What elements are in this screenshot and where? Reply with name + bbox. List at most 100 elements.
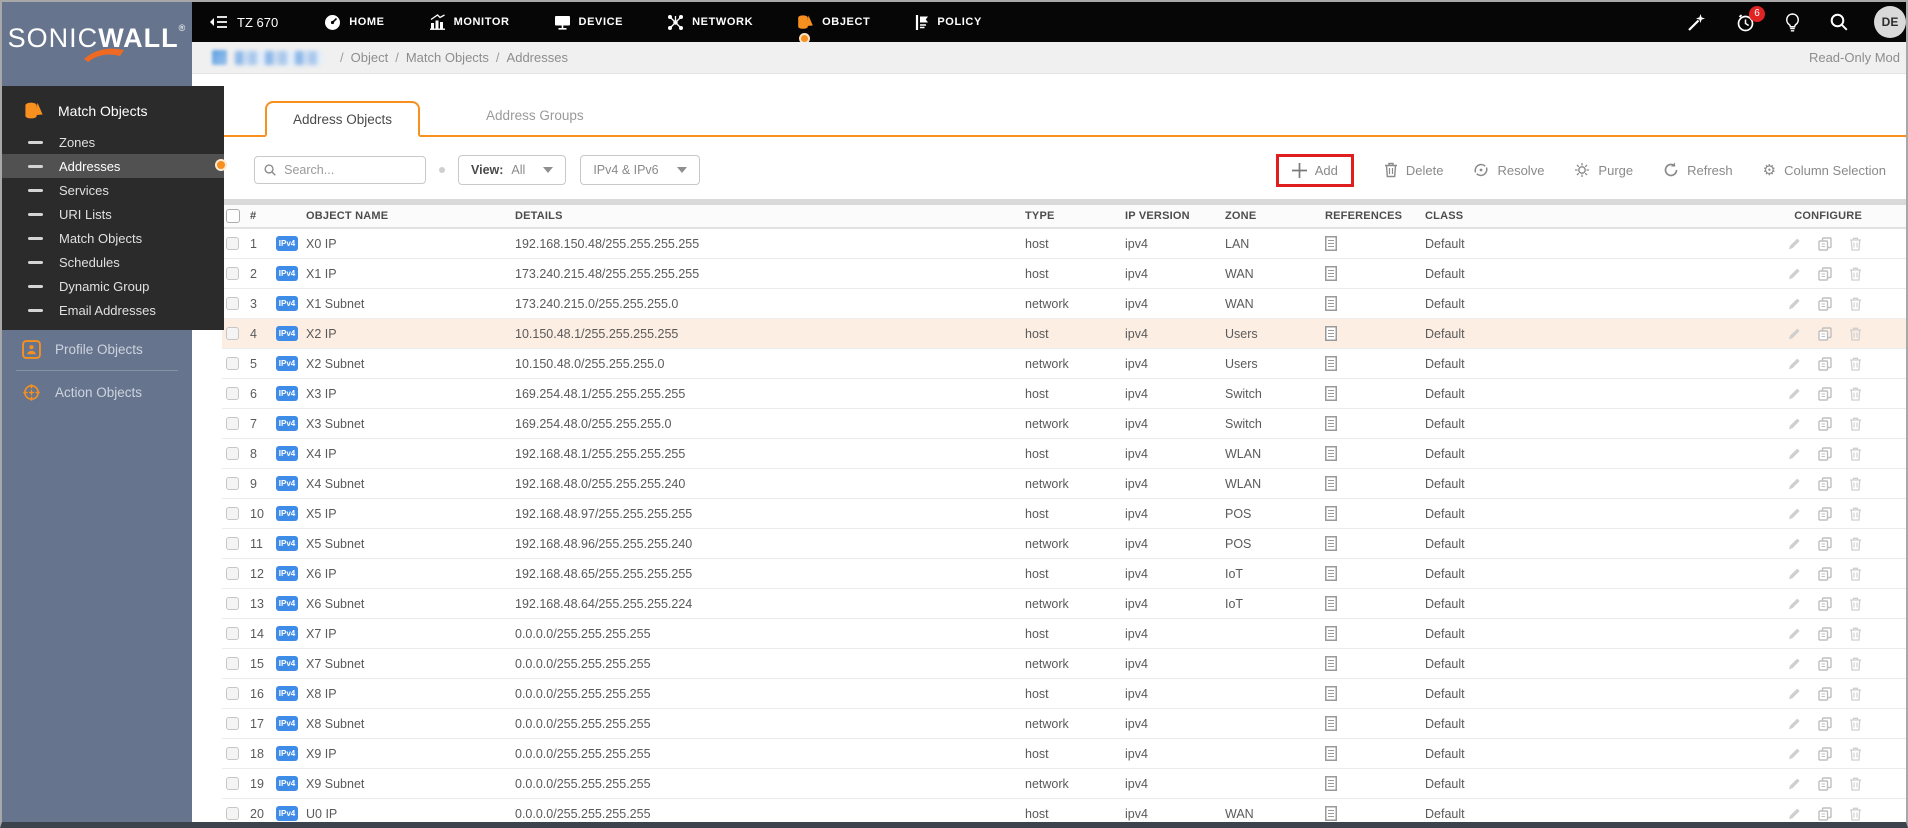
- sidebar-item-schedules[interactable]: Schedules: [2, 250, 224, 274]
- delete-row-icon[interactable]: [1849, 387, 1862, 401]
- delete-row-icon[interactable]: [1849, 567, 1862, 581]
- row-checkbox[interactable]: [226, 537, 239, 550]
- delete-row-icon[interactable]: [1849, 537, 1862, 551]
- delete-button[interactable]: Delete: [1384, 162, 1444, 178]
- delete-row-icon[interactable]: [1849, 357, 1862, 371]
- edit-icon[interactable]: [1788, 447, 1801, 460]
- row-checkbox[interactable]: [226, 597, 239, 610]
- edit-icon[interactable]: [1788, 237, 1801, 250]
- row-checkbox[interactable]: [226, 297, 239, 310]
- clone-icon[interactable]: [1818, 477, 1832, 491]
- search-box[interactable]: [254, 156, 426, 184]
- resolve-button[interactable]: Resolve: [1473, 162, 1544, 178]
- header-details[interactable]: DETAILS: [515, 210, 1025, 222]
- delete-row-icon[interactable]: [1849, 597, 1862, 611]
- header-references[interactable]: REFERENCES: [1325, 210, 1425, 222]
- global-search-button[interactable]: [1830, 13, 1848, 31]
- select-all-checkbox[interactable]: [226, 209, 240, 223]
- edit-icon[interactable]: [1788, 687, 1801, 700]
- delete-row-icon[interactable]: [1849, 477, 1862, 491]
- header-ip-version[interactable]: IP VERSION: [1125, 210, 1225, 222]
- breadcrumb-addresses[interactable]: Addresses: [507, 50, 568, 65]
- delete-row-icon[interactable]: [1849, 327, 1862, 341]
- clone-icon[interactable]: [1818, 717, 1832, 731]
- sidebar-item-addresses[interactable]: Addresses: [2, 154, 224, 178]
- clone-icon[interactable]: [1818, 267, 1832, 281]
- edit-icon[interactable]: [1788, 327, 1801, 340]
- edit-icon[interactable]: [1788, 567, 1801, 580]
- row-checkbox[interactable]: [226, 747, 239, 760]
- sidebar-item-email-addresses[interactable]: Email Addresses: [2, 298, 224, 322]
- edit-icon[interactable]: [1788, 537, 1801, 550]
- tab-address-objects[interactable]: Address Objects: [265, 101, 420, 137]
- edit-icon[interactable]: [1788, 267, 1801, 280]
- references-icon[interactable]: [1325, 416, 1425, 431]
- sidebar-item-profile-objects[interactable]: Profile Objects: [2, 330, 192, 368]
- search-input[interactable]: [284, 163, 416, 177]
- sidebar-group-match-objects[interactable]: Match Objects: [2, 92, 224, 130]
- edit-icon[interactable]: [1788, 597, 1801, 610]
- tab-address-groups[interactable]: Address Groups: [460, 99, 610, 135]
- breadcrumb-match-objects[interactable]: Match Objects: [406, 50, 489, 65]
- clone-icon[interactable]: [1818, 387, 1832, 401]
- header-num[interactable]: #: [248, 210, 276, 222]
- purge-button[interactable]: Purge: [1574, 162, 1633, 178]
- clone-icon[interactable]: [1818, 417, 1832, 431]
- nav-item-device[interactable]: DEVICE: [554, 15, 624, 30]
- row-checkbox[interactable]: [226, 447, 239, 460]
- firmware-selector[interactable]: TZ 670: [210, 15, 278, 30]
- user-avatar[interactable]: DE: [1874, 6, 1906, 38]
- references-icon[interactable]: [1325, 596, 1425, 611]
- header-zone[interactable]: ZONE: [1225, 210, 1325, 222]
- header-class[interactable]: CLASS: [1425, 210, 1600, 222]
- references-icon[interactable]: [1325, 326, 1425, 341]
- row-checkbox[interactable]: [226, 267, 239, 280]
- clone-icon[interactable]: [1818, 357, 1832, 371]
- clone-icon[interactable]: [1818, 747, 1832, 761]
- nav-item-home[interactable]: HOME: [324, 14, 384, 31]
- sidebar-item-services[interactable]: Services: [2, 178, 224, 202]
- row-checkbox[interactable]: [226, 237, 239, 250]
- row-checkbox[interactable]: [226, 567, 239, 580]
- sidebar-item-match-objects[interactable]: Match Objects: [2, 226, 224, 250]
- clone-icon[interactable]: [1818, 657, 1832, 671]
- row-checkbox[interactable]: [226, 477, 239, 490]
- row-checkbox[interactable]: [226, 717, 239, 730]
- references-icon[interactable]: [1325, 266, 1425, 281]
- delete-row-icon[interactable]: [1849, 717, 1862, 731]
- references-icon[interactable]: [1325, 236, 1425, 251]
- nav-item-policy[interactable]: POLICY: [914, 14, 982, 31]
- clone-icon[interactable]: [1818, 777, 1832, 791]
- row-checkbox[interactable]: [226, 507, 239, 520]
- delete-row-icon[interactable]: [1849, 687, 1862, 701]
- references-icon[interactable]: [1325, 776, 1425, 791]
- clone-icon[interactable]: [1818, 237, 1832, 251]
- clone-icon[interactable]: [1818, 447, 1832, 461]
- row-checkbox[interactable]: [226, 777, 239, 790]
- clone-icon[interactable]: [1818, 597, 1832, 611]
- row-checkbox[interactable]: [226, 657, 239, 670]
- references-icon[interactable]: [1325, 476, 1425, 491]
- row-checkbox[interactable]: [226, 387, 239, 400]
- edit-icon[interactable]: [1788, 717, 1801, 730]
- header-type[interactable]: TYPE: [1025, 210, 1125, 222]
- edit-icon[interactable]: [1788, 807, 1801, 820]
- edit-icon[interactable]: [1788, 387, 1801, 400]
- nav-item-network[interactable]: NETWORK: [667, 14, 753, 31]
- row-checkbox[interactable]: [226, 687, 239, 700]
- sidebar-item-action-objects[interactable]: Action Objects: [2, 373, 192, 411]
- references-icon[interactable]: [1325, 656, 1425, 671]
- clone-icon[interactable]: [1818, 687, 1832, 701]
- references-icon[interactable]: [1325, 536, 1425, 551]
- edit-icon[interactable]: [1788, 357, 1801, 370]
- delete-row-icon[interactable]: [1849, 237, 1862, 251]
- delete-row-icon[interactable]: [1849, 747, 1862, 761]
- references-icon[interactable]: [1325, 746, 1425, 761]
- delete-row-icon[interactable]: [1849, 657, 1862, 671]
- references-icon[interactable]: [1325, 716, 1425, 731]
- references-icon[interactable]: [1325, 356, 1425, 371]
- breadcrumb-object[interactable]: Object: [351, 50, 389, 65]
- delete-row-icon[interactable]: [1849, 807, 1862, 821]
- clone-icon[interactable]: [1818, 297, 1832, 311]
- clone-icon[interactable]: [1818, 807, 1832, 821]
